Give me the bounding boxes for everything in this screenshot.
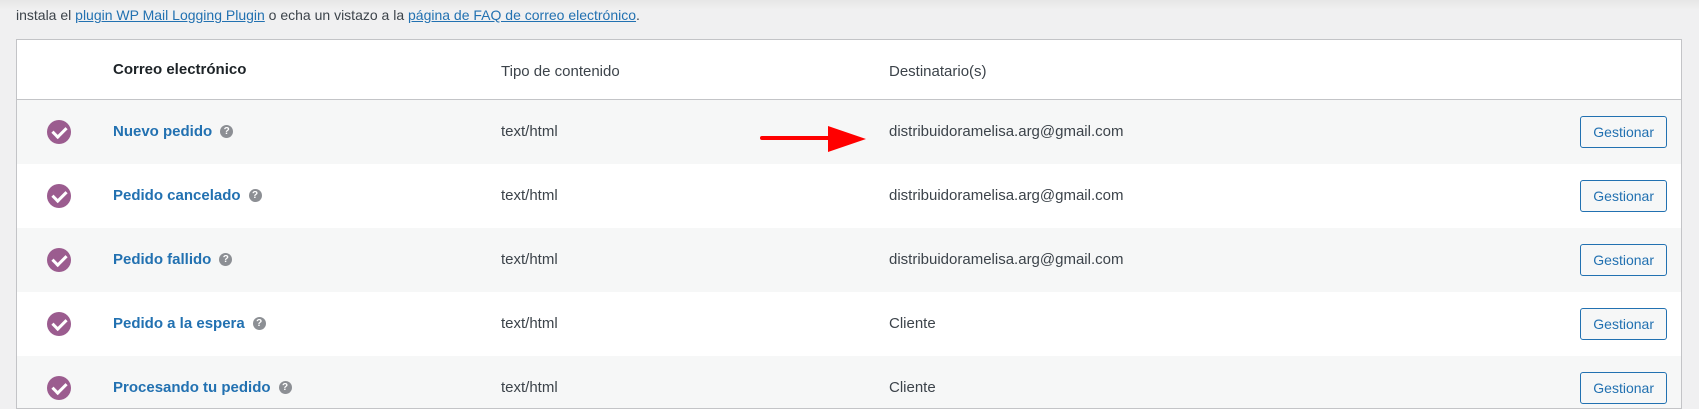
email-faq-link[interactable]: página de FAQ de correo electrónico bbox=[408, 7, 636, 23]
recipients: Cliente bbox=[889, 315, 936, 332]
check-circle-icon bbox=[47, 184, 71, 208]
content-type: text/html bbox=[501, 187, 558, 204]
email-link-pedido-fallido[interactable]: Pedido fallido? bbox=[113, 250, 233, 270]
help-icon[interactable]: ? bbox=[219, 252, 233, 266]
manage-button[interactable]: Gestionar bbox=[1580, 116, 1667, 148]
table-row: Pedido a la espera? text/html Cliente Ge… bbox=[17, 292, 1681, 356]
check-circle-icon bbox=[47, 312, 71, 336]
table-header: Correo electrónico Tipo de contenido Des… bbox=[17, 40, 1681, 100]
manage-button[interactable]: Gestionar bbox=[1580, 372, 1667, 404]
email-link-procesando-tu-pedido[interactable]: Procesando tu pedido? bbox=[113, 378, 292, 398]
recipients: distribuidoramelisa.arg@gmail.com bbox=[889, 251, 1124, 268]
table-row: Pedido cancelado? text/html distribuidor… bbox=[17, 164, 1681, 228]
manage-button[interactable]: Gestionar bbox=[1580, 180, 1667, 212]
header-recipients: Destinatario(s) bbox=[889, 63, 987, 80]
check-circle-icon bbox=[47, 376, 71, 400]
email-notifications-table: Correo electrónico Tipo de contenido Des… bbox=[16, 39, 1682, 409]
check-circle-icon bbox=[47, 120, 71, 144]
header-content-type: Tipo de contenido bbox=[501, 63, 620, 80]
header-email: Correo electrónico bbox=[113, 61, 247, 78]
manage-button[interactable]: Gestionar bbox=[1580, 308, 1667, 340]
content-type: text/html bbox=[501, 123, 558, 140]
content-type: text/html bbox=[501, 315, 558, 332]
content-type: text/html bbox=[501, 379, 558, 396]
help-icon[interactable]: ? bbox=[248, 188, 262, 202]
email-label: Nuevo pedido bbox=[113, 123, 213, 140]
email-label: Procesando tu pedido bbox=[113, 379, 271, 396]
recipients: distribuidoramelisa.arg@gmail.com bbox=[889, 187, 1124, 204]
email-label: Pedido a la espera bbox=[113, 315, 245, 332]
email-link-pedido-a-la-espera[interactable]: Pedido a la espera? bbox=[113, 314, 266, 334]
content-type: text/html bbox=[501, 251, 558, 268]
notice-suffix: . bbox=[636, 7, 640, 23]
email-link-pedido-cancelado[interactable]: Pedido cancelado? bbox=[113, 186, 262, 206]
red-arrow-annotation bbox=[760, 126, 866, 152]
recipients: Cliente bbox=[889, 379, 936, 396]
email-link-nuevo-pedido[interactable]: Nuevo pedido? bbox=[113, 122, 234, 142]
check-circle-icon bbox=[47, 248, 71, 272]
help-icon[interactable]: ? bbox=[252, 316, 266, 330]
notice-text: instala el plugin WP Mail Logging Plugin… bbox=[16, 5, 640, 25]
email-label: Pedido fallido bbox=[113, 251, 212, 268]
manage-button[interactable]: Gestionar bbox=[1580, 244, 1667, 276]
help-icon[interactable]: ? bbox=[278, 380, 292, 394]
notice-middle: o echa un vistazo a la bbox=[264, 7, 408, 23]
wp-mail-logging-link[interactable]: plugin WP Mail Logging Plugin bbox=[75, 7, 265, 23]
notice-prefix: instala el bbox=[16, 7, 76, 23]
help-icon[interactable]: ? bbox=[220, 124, 234, 138]
table-row: Pedido fallido? text/html distribuidoram… bbox=[17, 228, 1681, 292]
email-label: Pedido cancelado bbox=[113, 187, 241, 204]
recipients: distribuidoramelisa.arg@gmail.com bbox=[889, 123, 1124, 140]
table-row: Procesando tu pedido? text/html Cliente … bbox=[17, 356, 1681, 408]
